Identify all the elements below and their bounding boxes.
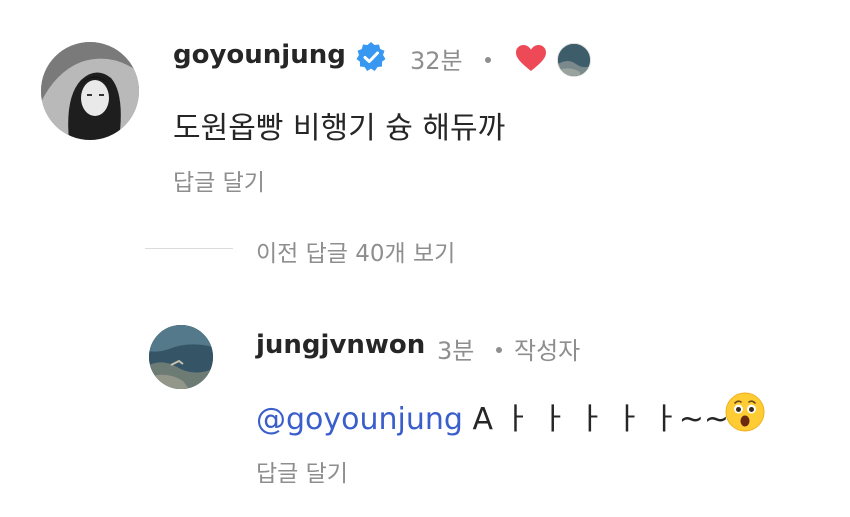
- astonished-face-icon: [725, 392, 765, 432]
- reply-time: 3분: [437, 337, 475, 365]
- reply-text-line: @goyounjung A ㅏ ㅏ ㅏ ㅏ ㅏ~~: [256, 394, 729, 438]
- verified-badge-icon: [356, 42, 386, 71]
- comment-time: 32분: [410, 47, 463, 75]
- creator-liked-heart-icon: [516, 45, 546, 71]
- comment-username[interactable]: goyounjung: [173, 40, 346, 70]
- comment-reply-button[interactable]: 답글 달기: [173, 163, 265, 197]
- separator-dot: [496, 347, 502, 353]
- mention-link[interactable]: @goyounjung: [256, 402, 463, 437]
- avatar-portrait-image: [41, 42, 139, 140]
- author-badge: 작성자: [514, 337, 581, 365]
- creator-mini-avatar: [557, 43, 591, 77]
- reply-reply-button[interactable]: 답글 달기: [256, 454, 348, 488]
- view-previous-replies-button[interactable]: 이전 답글 40개 보기: [256, 234, 455, 268]
- comment-text: 도원옵빵 비행기 슝 해듀까: [173, 111, 506, 146]
- avatar-ocean-image: [149, 325, 213, 389]
- avatar-goyounjung[interactable]: [41, 42, 139, 140]
- avatar-jungjvnwon[interactable]: [149, 325, 213, 389]
- separator-dot: [485, 57, 491, 63]
- thread-divider-line: [145, 248, 233, 249]
- reply-username[interactable]: jungjvnwon: [256, 330, 425, 360]
- reply-text: A ㅏ ㅏ ㅏ ㅏ ㅏ~~: [472, 402, 729, 437]
